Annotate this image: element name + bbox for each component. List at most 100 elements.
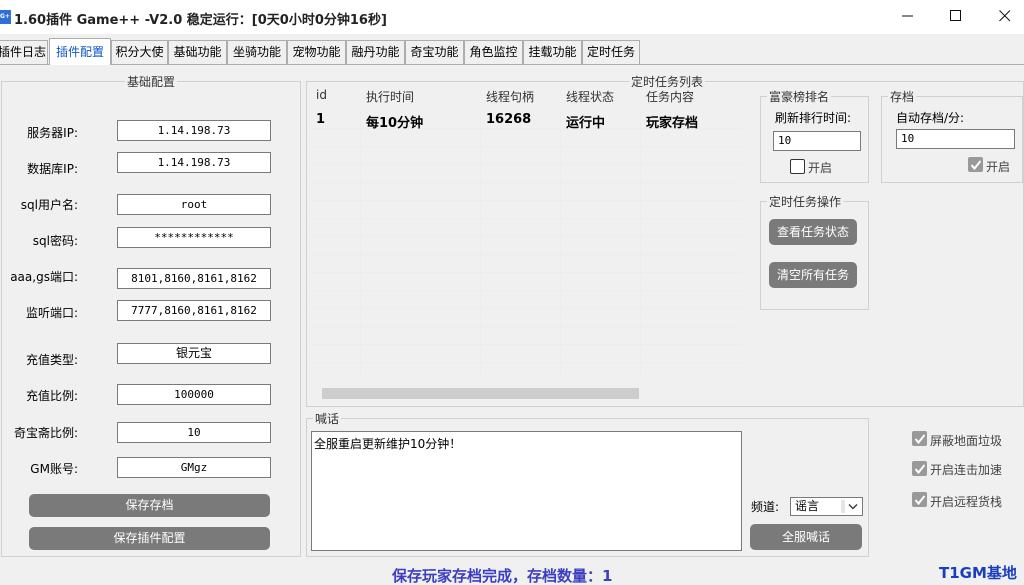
recharge-ratio-field[interactable]: 100000 bbox=[117, 384, 271, 405]
grid-line bbox=[310, 236, 742, 237]
hide-ground-junk-label: 屏蔽地面垃圾 bbox=[930, 434, 1003, 448]
col-exec-time[interactable]: 执行时间 bbox=[366, 88, 414, 105]
col-id[interactable]: id bbox=[316, 88, 327, 102]
grid-line bbox=[310, 200, 742, 201]
db-ip-field[interactable]: 1.14.198.73 bbox=[117, 152, 271, 173]
sql-user-field[interactable]: root bbox=[117, 194, 271, 215]
tab-basic[interactable]: 基础功能 bbox=[168, 40, 227, 64]
task-ops-title: 定时任务操作 bbox=[769, 195, 842, 209]
checkmark-icon bbox=[914, 495, 926, 506]
grid-line bbox=[310, 218, 742, 219]
col-task-content[interactable]: 任务内容 bbox=[646, 88, 694, 105]
maximize-button[interactable] bbox=[933, 0, 979, 32]
grid-line bbox=[640, 110, 641, 380]
table-horizontal-scrollbar[interactable] bbox=[322, 388, 639, 399]
shout-title: 喊话 bbox=[315, 412, 340, 426]
recharge-type-label: 充值类型: bbox=[25, 353, 78, 367]
tab-mount-load[interactable]: 挂载功能 bbox=[523, 40, 582, 64]
save-archive-button[interactable]: 保存存档 bbox=[29, 494, 270, 517]
rich-rank-enable-checkbox[interactable] bbox=[790, 159, 805, 174]
close-icon bbox=[999, 10, 1011, 22]
grid-line bbox=[310, 290, 742, 291]
col-thread-handle[interactable]: 线程句柄 bbox=[486, 88, 534, 105]
gm-account-label: GM账号: bbox=[30, 462, 78, 476]
table-cell[interactable]: 运行中 bbox=[566, 112, 605, 131]
checkmark-icon bbox=[970, 160, 982, 171]
channel-selected-value: 谣言 bbox=[795, 499, 820, 513]
combo-speedup-checkbox[interactable] bbox=[912, 461, 927, 476]
shout-all-button[interactable]: 全服喊话 bbox=[750, 524, 862, 550]
gs-port-label: aaa,gs端口: bbox=[10, 270, 78, 284]
archive-title: 存档 bbox=[890, 90, 915, 104]
minimize-button[interactable] bbox=[885, 0, 931, 32]
grid-line bbox=[310, 344, 742, 345]
view-task-status-button[interactable]: 查看任务状态 bbox=[769, 219, 857, 245]
sql-password-label: sql密码: bbox=[32, 234, 78, 248]
remote-warehouse-label: 开启远程货栈 bbox=[930, 495, 1003, 509]
tab-points[interactable]: 积分大使 bbox=[111, 40, 168, 64]
grid-line bbox=[360, 110, 361, 380]
tab-scheduled[interactable]: 定时任务 bbox=[582, 40, 640, 64]
tab-treasure[interactable]: 奇宝功能 bbox=[405, 40, 464, 64]
grid-line bbox=[310, 272, 742, 273]
listen-port-label: 监听端口: bbox=[25, 306, 78, 320]
server-ip-field[interactable]: 1.14.198.73 bbox=[117, 120, 271, 141]
app-icon: G++ bbox=[0, 10, 15, 24]
channel-label: 频道: bbox=[751, 500, 780, 514]
table-cell[interactable]: 1 bbox=[316, 112, 325, 127]
table-cell[interactable]: 16268 bbox=[486, 112, 531, 127]
refresh-time-field[interactable]: 10 bbox=[773, 131, 861, 151]
combo-speedup-label: 开启连击加速 bbox=[930, 463, 1003, 477]
server-ip-label: 服务器IP: bbox=[27, 126, 78, 140]
rich-rank-enable-label: 开启 bbox=[808, 161, 833, 175]
listen-port-field[interactable]: 7777,8160,8161,8162 bbox=[117, 300, 271, 321]
treasure-ratio-label: 奇宝斋比例: bbox=[13, 426, 78, 440]
close-button[interactable] bbox=[982, 0, 1024, 32]
grid-line bbox=[310, 362, 742, 363]
tab-mount[interactable]: 坐骑功能 bbox=[227, 40, 287, 64]
refresh-time-label: 刷新排行时间: bbox=[775, 111, 852, 125]
archive-enable-checkbox[interactable] bbox=[968, 157, 983, 172]
recharge-ratio-label: 充值比例: bbox=[25, 389, 78, 403]
auto-archive-field[interactable]: 10 bbox=[896, 129, 1015, 149]
grid-line bbox=[310, 308, 742, 309]
sql-password-field[interactable]: ************ bbox=[117, 227, 271, 248]
clear-all-tasks-button[interactable]: 清空所有任务 bbox=[769, 262, 857, 288]
grid-line bbox=[560, 110, 561, 380]
tab-strip-border bbox=[0, 64, 1024, 65]
sql-user-label: sql用户名: bbox=[20, 198, 78, 212]
rich-rank-title: 富豪榜排名 bbox=[769, 90, 830, 104]
grid-line bbox=[310, 146, 742, 147]
window-title: 1.60插件 Game++ -V2.0 稳定运行：[0天0小时0分钟16秒] bbox=[14, 13, 387, 28]
chevron-down-icon bbox=[844, 498, 862, 515]
task-ops-group: 定时任务操作 bbox=[760, 193, 869, 310]
col-thread-status[interactable]: 线程状态 bbox=[566, 88, 614, 105]
hide-ground-junk-checkbox[interactable] bbox=[912, 431, 927, 446]
tab-plugin-log[interactable]: 插件日志 bbox=[0, 40, 48, 64]
recharge-type-field[interactable]: 银元宝 bbox=[117, 343, 271, 364]
channel-select[interactable]: 谣言 bbox=[790, 497, 863, 516]
status-message: 保存玩家存档完成，存档数量：1 bbox=[392, 567, 613, 585]
tab-role-monitor[interactable]: 角色监控 bbox=[464, 40, 523, 64]
treasure-ratio-field[interactable]: 10 bbox=[117, 422, 271, 443]
basic-config-title: 基础配置 bbox=[126, 75, 175, 89]
minimize-icon bbox=[902, 15, 913, 17]
remote-warehouse-checkbox[interactable] bbox=[912, 492, 927, 507]
tab-plugin-config[interactable]: 插件配置 bbox=[49, 38, 111, 65]
grid-line bbox=[480, 110, 481, 380]
save-plugin-config-button[interactable]: 保存插件配置 bbox=[29, 527, 270, 550]
gs-port-field[interactable]: 8101,8160,8161,8162 bbox=[117, 268, 271, 289]
archive-enable-label: 开启 bbox=[986, 160, 1011, 174]
gm-account-field[interactable]: GMgz bbox=[117, 457, 271, 478]
shout-message-textarea[interactable]: 全服重启更新维护10分钟！ bbox=[311, 431, 742, 551]
brand-label: T1GM基地 bbox=[939, 564, 1017, 582]
table-cell[interactable]: 每10分钟 bbox=[366, 112, 423, 131]
grid-line bbox=[310, 254, 742, 255]
checkmark-icon bbox=[914, 434, 926, 445]
table-cell[interactable]: 玩家存档 bbox=[646, 112, 698, 131]
tab-pet[interactable]: 宠物功能 bbox=[287, 40, 346, 64]
checkmark-icon bbox=[914, 464, 926, 475]
grid-line bbox=[310, 182, 742, 183]
grid-line bbox=[310, 326, 742, 327]
tab-pill[interactable]: 融丹功能 bbox=[346, 40, 405, 64]
